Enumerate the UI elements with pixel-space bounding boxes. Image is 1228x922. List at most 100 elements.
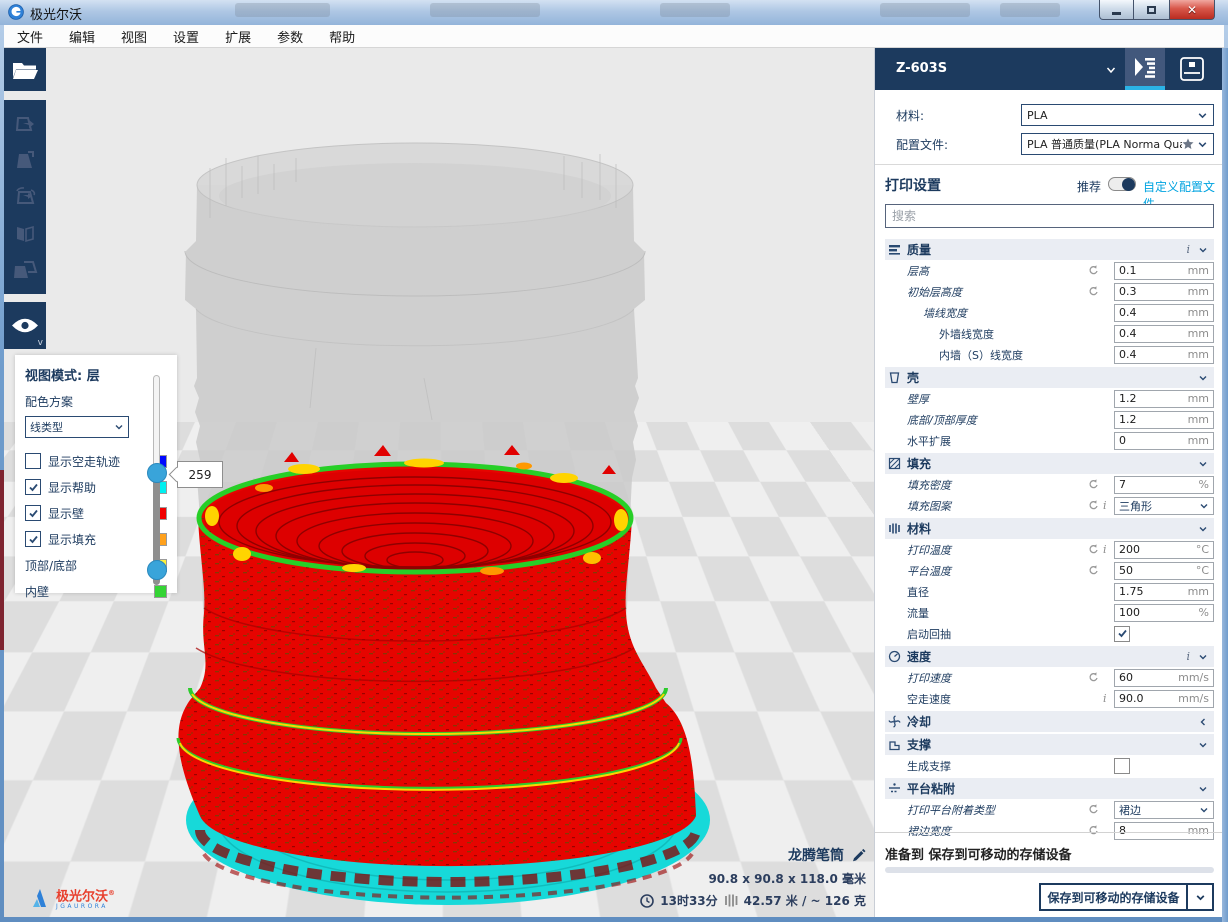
setting-checkbox[interactable] [1114, 758, 1130, 774]
setting-input[interactable]: 0.4mm [1114, 346, 1214, 364]
chevron-down-icon[interactable] [1105, 64, 1117, 76]
setting-input[interactable]: 8mm [1114, 822, 1214, 840]
setting-input[interactable]: 0.1mm [1114, 262, 1214, 280]
setting-value: 100 [1115, 606, 1199, 619]
profile-select[interactable]: PLA 普通质量(PLA Norma Qua [1021, 133, 1214, 155]
reset-icon[interactable] [1088, 286, 1099, 297]
setting-input[interactable]: 0.4mm [1114, 325, 1214, 343]
section-header-5[interactable]: 冷却 [885, 711, 1214, 732]
chevron-down-icon[interactable] [1199, 805, 1209, 815]
minimize-button[interactable] [1099, 0, 1134, 20]
section-header-3[interactable]: 材料 [885, 518, 1214, 539]
tab-monitor-printer[interactable] [1169, 48, 1215, 90]
material-select[interactable]: PLA [1021, 104, 1214, 126]
legend-checkbox[interactable] [25, 531, 41, 547]
chevron-left-icon[interactable] [1198, 717, 1208, 727]
section-header-4[interactable]: 速度i [885, 646, 1214, 667]
chevron-down-icon[interactable] [1198, 373, 1208, 383]
section-chevron[interactable] [1198, 240, 1208, 259]
setting-input[interactable]: 90.0mm/s [1114, 690, 1214, 708]
scale-tool-icon[interactable] [13, 149, 37, 173]
section-header-7[interactable]: 平台粘附 [885, 778, 1214, 799]
section-chevron[interactable] [1198, 454, 1208, 473]
section-chevron[interactable] [1198, 735, 1208, 754]
setting-input[interactable]: 60mm/s [1114, 669, 1214, 687]
layer-slider-lower-handle[interactable] [147, 560, 167, 580]
machine-name[interactable]: Z-603S [896, 61, 947, 76]
section-chevron[interactable] [1198, 779, 1208, 798]
layer-slider[interactable] [150, 375, 164, 585]
rotate-tool-icon[interactable] [13, 185, 37, 209]
setting-input[interactable]: 1.75mm [1114, 583, 1214, 601]
chevron-down-icon[interactable] [1198, 245, 1208, 255]
edit-pencil-icon[interactable] [851, 848, 866, 863]
setting-input[interactable]: 7% [1114, 476, 1214, 494]
move-tool-icon[interactable] [13, 112, 37, 136]
reset-icon[interactable] [1088, 500, 1099, 511]
chevron-down-icon [1199, 805, 1213, 815]
chevron-down-icon[interactable] [1198, 784, 1208, 794]
section-header-2[interactable]: 填充 [885, 453, 1214, 474]
view-mode-button[interactable]: v [4, 302, 46, 349]
maximize-button[interactable] [1134, 0, 1169, 20]
section-header-6[interactable]: 支撑 [885, 734, 1214, 755]
setting-input[interactable]: 0mm [1114, 432, 1214, 450]
menu-item-5[interactable]: 参数 [264, 27, 316, 46]
section-chevron[interactable] [1198, 647, 1208, 666]
reset-icon[interactable] [1088, 544, 1099, 555]
setting-input[interactable]: 100% [1114, 604, 1214, 622]
per-model-settings-icon[interactable] [12, 258, 38, 282]
reset-icon[interactable] [1088, 479, 1099, 490]
setting-input[interactable]: 0.4mm [1114, 304, 1214, 322]
info-icon[interactable]: i [1186, 243, 1190, 256]
setting-input[interactable]: 1.2mm [1114, 390, 1214, 408]
recommended-custom-toggle[interactable] [1108, 177, 1136, 191]
setting-select[interactable]: 裙边 [1114, 801, 1214, 819]
setting-input[interactable]: 50°C [1114, 562, 1214, 580]
menu-item-1[interactable]: 编辑 [56, 27, 108, 46]
3d-viewport[interactable]: v 视图模式: 层 配色方案 线类型 显示空走轨迹显示帮助显示壁显示填充顶部/底… [4, 48, 874, 917]
chevron-down-icon[interactable] [1199, 501, 1209, 511]
section-chevron[interactable] [1198, 712, 1208, 731]
setting-input[interactable]: 200°C [1114, 541, 1214, 559]
chevron-down-icon[interactable] [1198, 524, 1208, 534]
brand-name-cn: 极光尔沃 [56, 889, 108, 904]
open-file-button[interactable] [4, 48, 46, 91]
chevron-down-icon[interactable] [1198, 740, 1208, 750]
setting-checkbox[interactable] [1114, 626, 1130, 642]
save-to-removable-button[interactable]: 保存到可移动的存储设备 [1039, 883, 1214, 911]
settings-search-input[interactable] [885, 204, 1214, 228]
menu-item-0[interactable]: 文件 [4, 27, 56, 46]
setting-value: 三角形 [1115, 498, 1199, 514]
color-scheme-select[interactable]: 线类型 [25, 416, 129, 438]
reset-icon[interactable] [1088, 265, 1099, 276]
reset-icon[interactable] [1088, 565, 1099, 576]
setting-label: 内墙（S）线宽度 [885, 347, 1088, 363]
section-header-0[interactable]: 质量i [885, 239, 1214, 260]
reset-icon[interactable] [1088, 672, 1099, 683]
menu-item-3[interactable]: 设置 [160, 27, 212, 46]
setting-select[interactable]: 三角形 [1114, 497, 1214, 515]
legend-checkbox[interactable] [25, 479, 41, 495]
mirror-tool-icon[interactable] [13, 221, 37, 245]
color-scheme-label: 配色方案 [25, 393, 169, 410]
reset-icon[interactable] [1088, 825, 1099, 836]
layer-slider-upper-handle[interactable] [147, 463, 167, 483]
menu-item-6[interactable]: 帮助 [316, 27, 368, 46]
info-icon[interactable]: i [1186, 650, 1190, 663]
tab-prepare-slice[interactable] [1125, 48, 1165, 90]
menu-item-4[interactable]: 扩展 [212, 27, 264, 46]
section-header-1[interactable]: 壳 [885, 367, 1214, 388]
reset-icon[interactable] [1088, 804, 1099, 815]
save-options-chevron[interactable] [1186, 885, 1212, 909]
legend-checkbox[interactable] [25, 453, 41, 469]
section-chevron[interactable] [1198, 519, 1208, 538]
legend-checkbox[interactable] [25, 505, 41, 521]
section-chevron[interactable] [1198, 368, 1208, 387]
setting-input[interactable]: 1.2mm [1114, 411, 1214, 429]
setting-input[interactable]: 0.3mm [1114, 283, 1214, 301]
chevron-down-icon[interactable] [1198, 459, 1208, 469]
chevron-down-icon[interactable] [1198, 652, 1208, 662]
close-button[interactable]: ✕ [1169, 0, 1215, 20]
menu-item-2[interactable]: 视图 [108, 27, 160, 46]
